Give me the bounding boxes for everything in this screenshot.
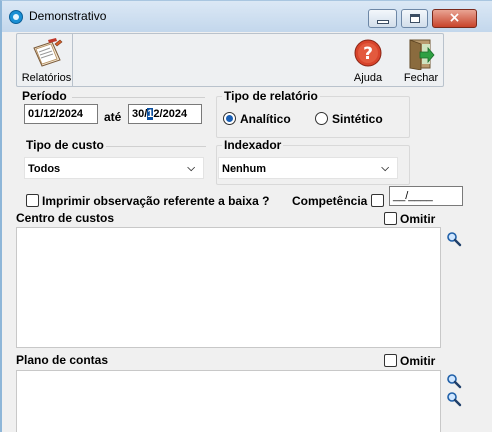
clipboard-pen-icon (32, 38, 62, 67)
toolbar: Relatórios ? Ajuda Fechar (16, 33, 444, 87)
minimize-icon (377, 20, 389, 24)
imprimir-obs-label: Imprimir observação referente a baixa ? (42, 194, 270, 208)
plano-contas-label: Plano de contas (16, 353, 109, 367)
sintetico-label: Sintético (332, 112, 383, 126)
centro-custos-omitir-label: Omitir (400, 212, 436, 226)
tipo-custo-value: Todos (28, 163, 61, 175)
periodo-to-input[interactable]: 30/12/2024 (128, 104, 202, 124)
close-button[interactable]: × (432, 9, 477, 28)
chevron-down-icon: ⌵ (187, 163, 195, 174)
ajuda-label: Ajuda (353, 72, 383, 84)
close-icon: × (448, 10, 461, 26)
periodo-to-prefix: 30/ (132, 108, 148, 120)
fechar-label: Fechar (403, 72, 439, 84)
relatorios-button[interactable]: Relatórios (21, 34, 73, 86)
tipo-custo-label: Tipo de custo (26, 138, 104, 152)
indexador-value: Nenhum (222, 163, 266, 175)
periodo-from-input[interactable]: 01/12/2024 (24, 104, 98, 124)
ajuda-button[interactable]: ? Ajuda (349, 34, 387, 86)
periodo-to-suffix: 2/2024 (153, 108, 188, 120)
title-bar[interactable]: Demonstrativo × (2, 1, 492, 32)
analitico-label: Analítico (240, 112, 291, 126)
question-icon: ? (354, 39, 382, 67)
app-icon (9, 10, 23, 24)
plano-contas-list[interactable] (16, 370, 441, 432)
relatorios-label: Relatórios (21, 72, 72, 84)
ate-label: até (104, 110, 122, 124)
tipo-custo-groupline (106, 146, 206, 147)
magnifier-icon[interactable] (446, 391, 462, 407)
periodo-groupline (72, 97, 205, 98)
magnifier-icon[interactable] (446, 373, 462, 389)
imprimir-obs-checkbox[interactable] (26, 194, 39, 207)
door-exit-icon (409, 39, 435, 70)
maximize-icon (410, 14, 420, 23)
plano-contas-omitir-label: Omitir (400, 354, 436, 368)
magnifier-icon[interactable] (446, 231, 462, 247)
competencia-input[interactable]: __/____ (389, 186, 463, 206)
centro-custos-omitir-checkbox[interactable] (384, 212, 397, 225)
analitico-radio[interactable] (223, 112, 236, 125)
fechar-button[interactable]: Fechar (401, 34, 441, 86)
indexador-label: Indexador (222, 138, 284, 152)
indexador-select[interactable]: Nenhum ⌵ (218, 157, 398, 179)
demonstrativo-window: Demonstrativo × Relatórios ? Ajuda Fecha… (0, 0, 492, 432)
competencia-label: Competência (292, 194, 368, 208)
svg-text:?: ? (363, 44, 373, 64)
window-title: Demonstrativo (29, 9, 107, 23)
competencia-checkbox[interactable] (371, 194, 384, 207)
centro-custos-list[interactable] (16, 227, 441, 348)
tipo-relatorio-label: Tipo de relatório (222, 89, 320, 103)
sintetico-radio[interactable] (315, 112, 328, 125)
tipo-custo-select[interactable]: Todos ⌵ (24, 157, 204, 179)
minimize-button[interactable] (368, 9, 397, 28)
maximize-button[interactable] (401, 9, 428, 28)
plano-contas-omitir-checkbox[interactable] (384, 354, 397, 367)
periodo-label: Período (22, 89, 67, 103)
chevron-down-icon: ⌵ (381, 163, 389, 174)
centro-custos-label: Centro de custos (16, 211, 115, 225)
